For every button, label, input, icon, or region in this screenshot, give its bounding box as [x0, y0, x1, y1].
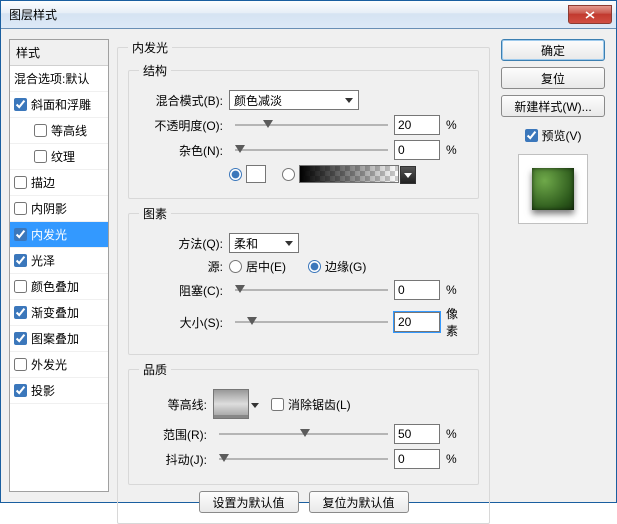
style-checkbox[interactable] [14, 384, 27, 397]
styles-header: 样式 [10, 40, 108, 66]
choke-label: 阻塞(C): [139, 282, 229, 299]
noise-slider[interactable] [235, 141, 388, 159]
style-item[interactable]: 颜色叠加 [10, 274, 108, 300]
style-label: 颜色叠加 [31, 278, 79, 295]
opacity-slider[interactable] [235, 116, 388, 134]
chevron-down-icon[interactable] [400, 166, 416, 184]
style-item[interactable]: 投影 [10, 378, 108, 404]
style-checkbox[interactable] [14, 254, 27, 267]
ok-button[interactable]: 确定 [501, 39, 605, 61]
preview-check[interactable]: 预览(V) [525, 127, 582, 144]
gradient-radio[interactable] [282, 168, 295, 181]
inner-glow-group: 内发光 结构 混合模式(B): 颜色减淡 不透明度(O): 20 [117, 39, 490, 524]
style-item[interactable]: 等高线 [10, 118, 108, 144]
source-edge-radio[interactable] [308, 260, 321, 273]
gradient-picker[interactable] [299, 165, 399, 183]
preview-thumb [518, 154, 588, 224]
cancel-button[interactable]: 复位 [501, 67, 605, 89]
style-label: 描边 [31, 174, 55, 191]
style-item[interactable]: 外发光 [10, 352, 108, 378]
reset-default-button[interactable]: 复位为默认值 [309, 491, 409, 513]
style-checkbox[interactable] [14, 280, 27, 293]
style-checkbox[interactable] [34, 124, 47, 137]
style-label: 光泽 [31, 252, 55, 269]
chevron-down-icon [342, 93, 356, 107]
style-checkbox[interactable] [14, 228, 27, 241]
style-item[interactable]: 内发光 [10, 222, 108, 248]
style-checkbox[interactable] [14, 306, 27, 319]
color-swatch[interactable] [246, 165, 266, 183]
window-title: 图层样式 [9, 6, 57, 23]
elements-group: 图素 方法(Q): 柔和 源: 居中(E) [128, 205, 479, 355]
titlebar: 图层样式 [1, 1, 616, 29]
jitter-label: 抖动(J): [139, 451, 213, 468]
style-checkbox[interactable] [14, 98, 27, 111]
chevron-down-icon [282, 236, 296, 250]
structure-group: 结构 混合模式(B): 颜色减淡 不透明度(O): 20 % [128, 62, 479, 199]
blend-mode-label: 混合模式(B): [139, 92, 229, 109]
color-radio[interactable] [229, 168, 242, 181]
choke-slider[interactable] [235, 281, 388, 299]
panel-title: 内发光 [128, 39, 172, 56]
contour-label: 等高线: [139, 396, 213, 413]
style-label: 图案叠加 [31, 330, 79, 347]
quality-group: 品质 等高线: 消除锯齿(L) 范围(R): 50 % [128, 361, 479, 485]
close-button[interactable] [568, 5, 612, 24]
style-item[interactable]: 内阴影 [10, 196, 108, 222]
technique-label: 方法(Q): [139, 235, 229, 252]
style-label: 纹理 [51, 148, 75, 165]
opacity-label: 不透明度(O): [139, 117, 229, 134]
blending-options-row[interactable]: 混合选项:默认 [10, 66, 108, 92]
range-slider[interactable] [219, 425, 388, 443]
new-style-button[interactable]: 新建样式(W)... [501, 95, 605, 117]
style-label: 外发光 [31, 356, 67, 373]
technique-combo[interactable]: 柔和 [229, 233, 299, 253]
opacity-input[interactable]: 20 [394, 115, 440, 135]
range-input[interactable]: 50 [394, 424, 440, 444]
contour-picker[interactable] [213, 389, 249, 419]
settings-panel: 内发光 结构 混合模式(B): 颜色减淡 不透明度(O): 20 [117, 39, 490, 492]
noise-input[interactable]: 0 [394, 140, 440, 160]
style-label: 内发光 [31, 226, 67, 243]
source-label: 源: [139, 258, 229, 275]
make-default-button[interactable]: 设置为默认值 [199, 491, 299, 513]
range-label: 范围(R): [139, 426, 213, 443]
style-checkbox[interactable] [14, 358, 27, 371]
size-slider[interactable] [235, 313, 388, 331]
antialias-check[interactable]: 消除锯齿(L) [271, 396, 351, 413]
right-panel: 确定 复位 新建样式(W)... 预览(V) [498, 39, 608, 492]
style-checkbox[interactable] [14, 332, 27, 345]
styles-list: 样式 混合选项:默认 斜面和浮雕等高线纹理描边内阴影内发光光泽颜色叠加渐变叠加图… [9, 39, 109, 492]
close-icon [585, 11, 595, 19]
jitter-slider[interactable] [219, 450, 388, 468]
style-item[interactable]: 纹理 [10, 144, 108, 170]
noise-label: 杂色(N): [139, 142, 229, 159]
style-item[interactable]: 光泽 [10, 248, 108, 274]
style-checkbox[interactable] [14, 176, 27, 189]
style-checkbox[interactable] [14, 202, 27, 215]
style-item[interactable]: 描边 [10, 170, 108, 196]
style-label: 内阴影 [31, 200, 67, 217]
size-input[interactable]: 20 [394, 312, 440, 332]
style-item[interactable]: 图案叠加 [10, 326, 108, 352]
size-label: 大小(S): [139, 314, 229, 331]
style-label: 投影 [31, 382, 55, 399]
chevron-down-icon[interactable] [251, 397, 259, 411]
style-checkbox[interactable] [34, 150, 47, 163]
choke-input[interactable]: 0 [394, 280, 440, 300]
jitter-input[interactable]: 0 [394, 449, 440, 469]
style-item[interactable]: 斜面和浮雕 [10, 92, 108, 118]
layer-style-dialog: 图层样式 样式 混合选项:默认 斜面和浮雕等高线纹理描边内阴影内发光光泽颜色叠加… [0, 0, 617, 503]
style-label: 等高线 [51, 122, 87, 139]
style-label: 斜面和浮雕 [31, 96, 91, 113]
style-item[interactable]: 渐变叠加 [10, 300, 108, 326]
blend-mode-combo[interactable]: 颜色减淡 [229, 90, 359, 110]
source-center-radio[interactable] [229, 260, 242, 273]
style-label: 渐变叠加 [31, 304, 79, 321]
preview-cube-icon [532, 168, 574, 210]
